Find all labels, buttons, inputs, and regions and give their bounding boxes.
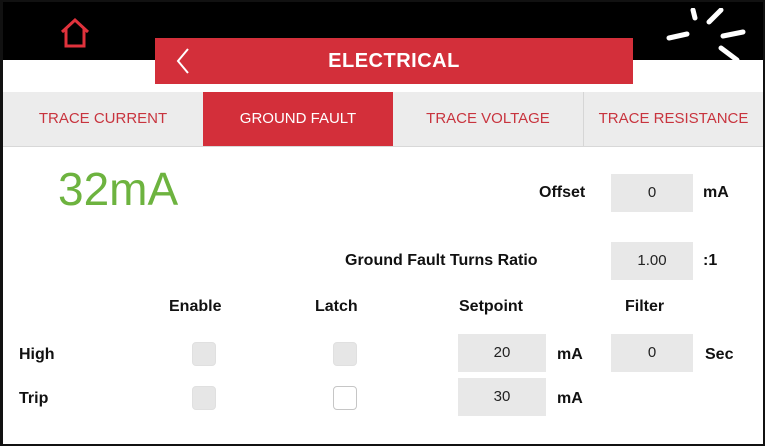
trip-setpoint-unit: mA — [557, 390, 583, 407]
turns-ratio-field[interactable]: 1.00 — [611, 242, 693, 280]
enable-column-header: Enable — [169, 298, 222, 315]
setpoint-column-header: Setpoint — [459, 298, 523, 315]
trip-row-label: Trip — [19, 390, 49, 407]
trip-latch-checkbox[interactable] — [333, 386, 357, 410]
high-filter-unit: Sec — [705, 346, 734, 363]
high-latch-checkbox[interactable] — [333, 342, 357, 366]
offset-field[interactable]: 0 — [611, 174, 693, 212]
tab-trace-voltage[interactable]: TRACE VOLTAGE — [393, 92, 583, 146]
high-filter-field[interactable]: 0 — [611, 334, 693, 372]
offset-label: Offset — [539, 184, 586, 201]
offset-unit: mA — [703, 184, 729, 201]
tab-trace-resistance[interactable]: TRACE RESISTANCE — [583, 92, 763, 146]
tab-ground-fault[interactable]: GROUND FAULT — [203, 92, 393, 146]
high-setpoint-field[interactable]: 20 — [458, 334, 546, 372]
latch-column-header: Latch — [315, 298, 358, 315]
ground-fault-reading: 32mA — [58, 163, 179, 215]
tab-trace-current[interactable]: TRACE CURRENT — [3, 92, 203, 146]
title-bar: ELECTRICAL — [155, 38, 633, 84]
loading-spinner-icon — [665, 7, 749, 63]
high-enable-checkbox[interactable] — [192, 342, 216, 366]
turns-ratio-unit: :1 — [703, 252, 718, 269]
turns-ratio-label: Ground Fault Turns Ratio — [345, 252, 538, 269]
home-icon[interactable] — [58, 16, 92, 50]
trip-enable-checkbox[interactable] — [192, 386, 216, 410]
high-setpoint-unit: mA — [557, 346, 583, 363]
tab-bar: TRACE CURRENT GROUND FAULT TRACE VOLTAGE… — [3, 92, 763, 147]
screen-frame: ELECTRICAL TRACE CURRENT GROUND FAULT TR… — [0, 0, 765, 446]
trip-setpoint-field[interactable]: 30 — [458, 378, 546, 416]
page-title: ELECTRICAL — [328, 50, 460, 72]
filter-column-header: Filter — [625, 298, 665, 315]
high-row-label: High — [19, 346, 55, 363]
